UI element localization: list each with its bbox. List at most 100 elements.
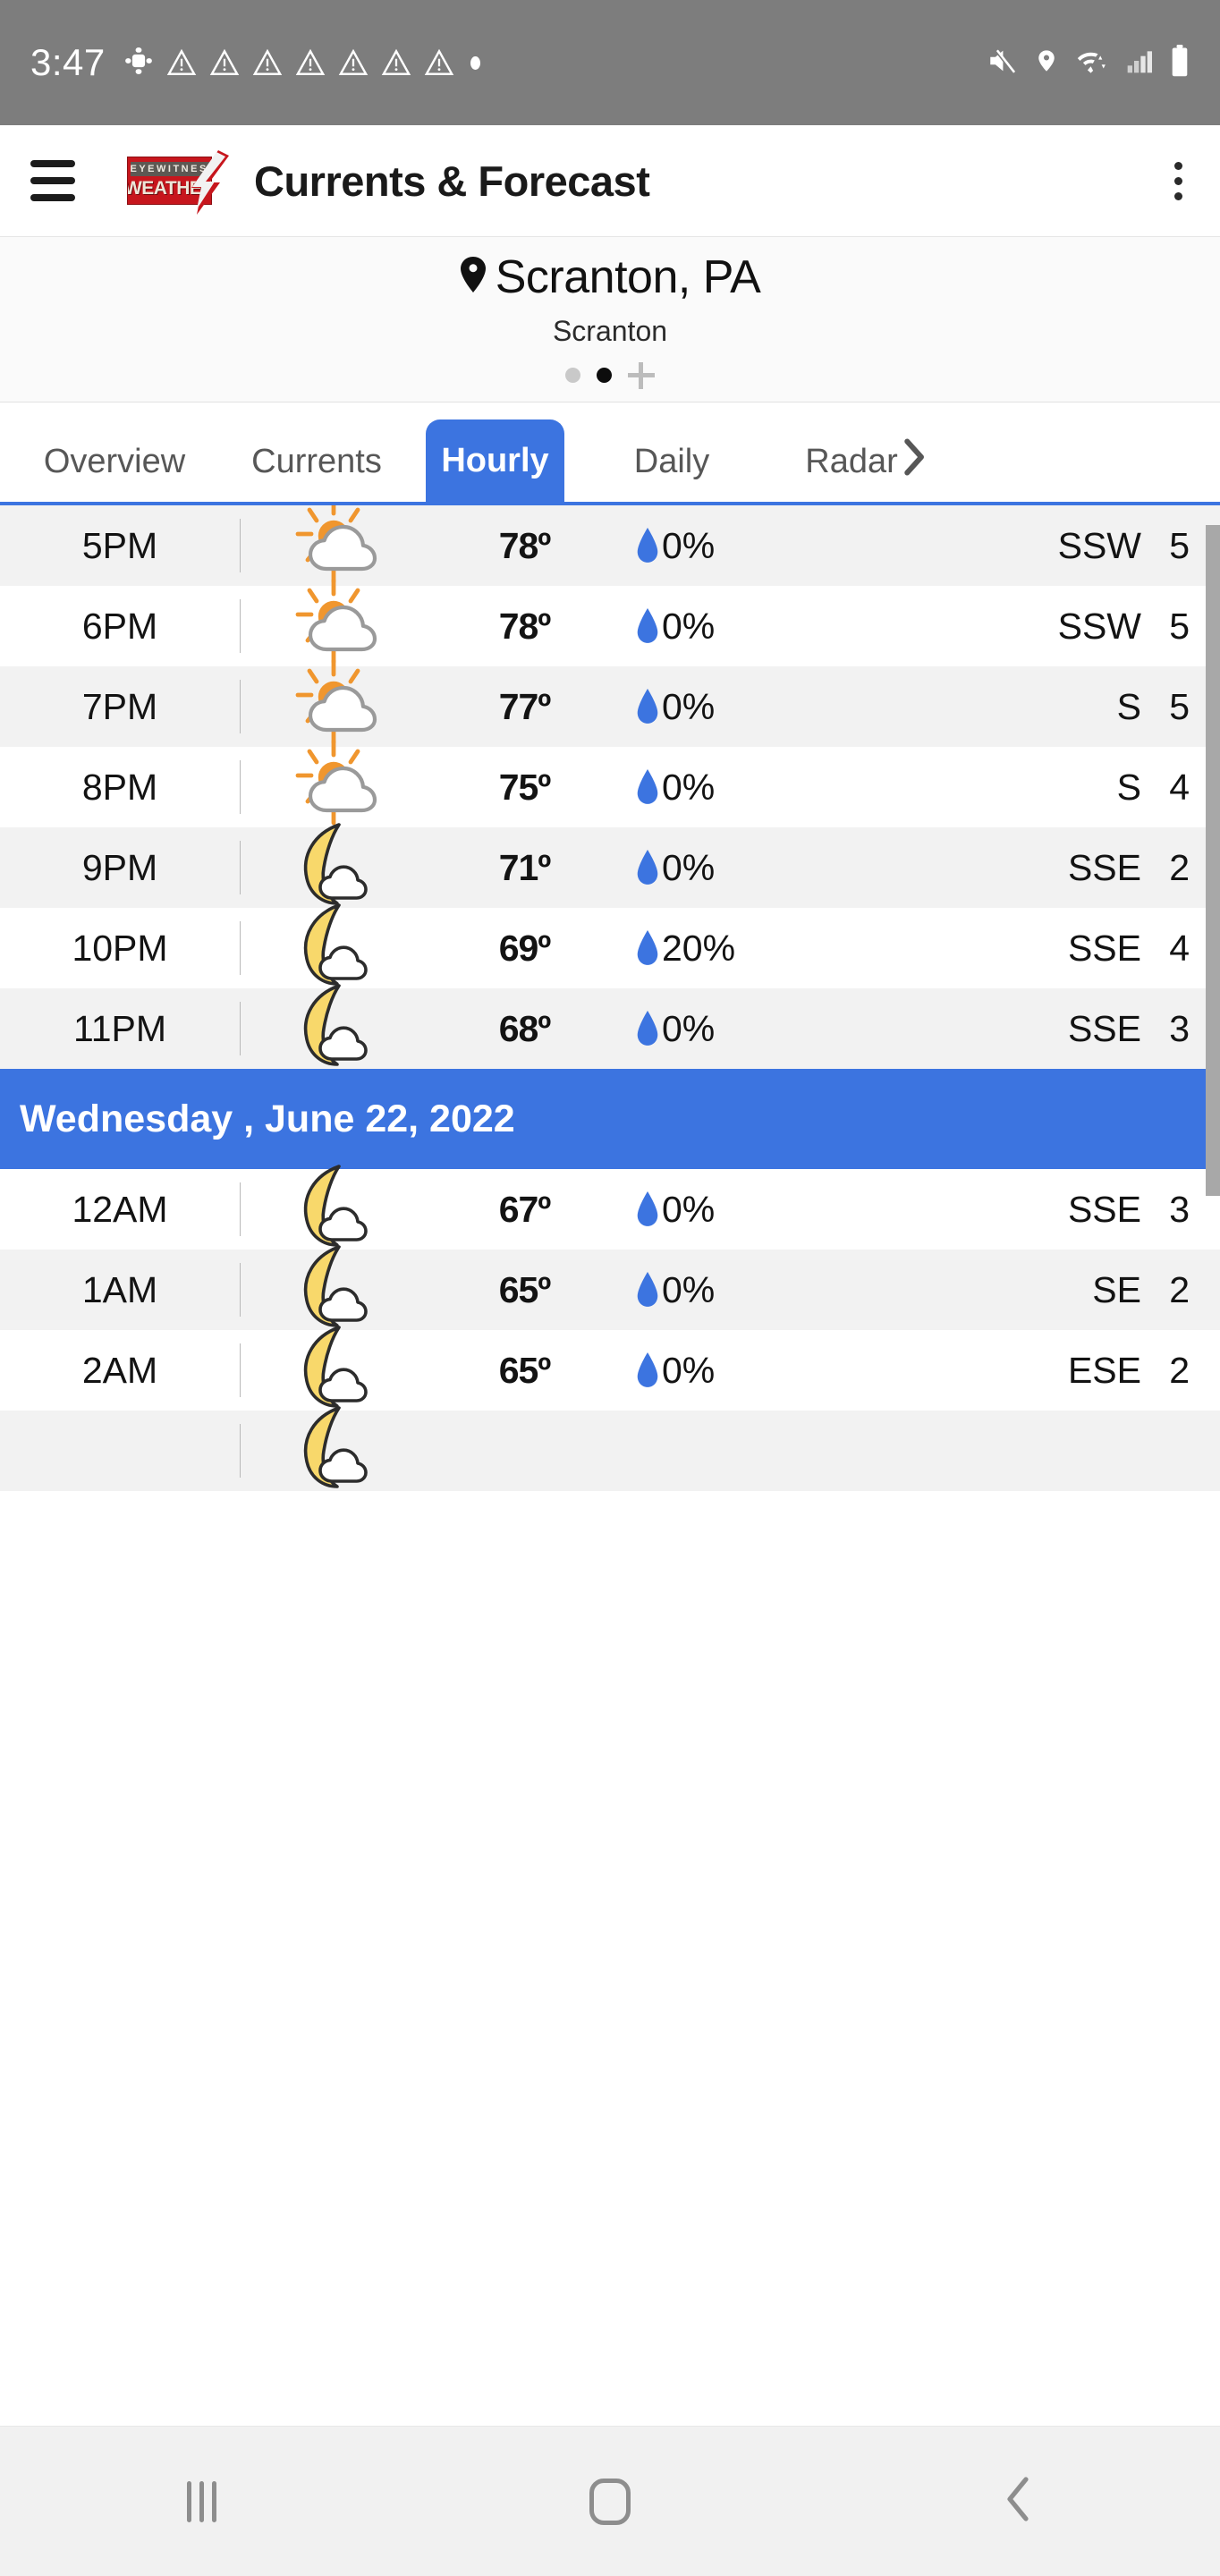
hour-wind: S4 — [840, 767, 1220, 809]
eyewitness-weather-logo: EYEWITNESS WEATHER — [127, 150, 234, 215]
wind-speed: 5 — [1169, 605, 1190, 647]
day-separator: Wednesday , June 22, 2022 — [0, 1069, 1220, 1169]
location-row: Scranton, PA — [460, 250, 761, 304]
warning-triangle-icon — [338, 47, 369, 78]
water-drop-icon — [637, 689, 658, 724]
hour-precip: 0% — [616, 1008, 840, 1050]
hamburger-icon[interactable] — [30, 160, 75, 201]
warning-triangle-icon — [166, 47, 197, 78]
location-sublabel: Scranton — [552, 314, 668, 347]
hourly-list[interactable]: 5PM 78º 0% SSW 5 6PM 78º 0% SSW 5 7PM 77º 0% S 5 8PM 75º… — [0, 505, 1220, 2426]
signal-icon — [1125, 46, 1154, 80]
water-drop-icon — [637, 1191, 658, 1226]
hourly-rows: 5PM 78º 0% SSW 5 6PM 78º 0% SSW 5 7PM 77º 0% S 5 8PM 75º… — [0, 505, 1220, 1491]
wind-direction: S — [1116, 766, 1141, 808]
precip-value: 0% — [662, 605, 716, 647]
more-vertical-icon[interactable] — [1174, 161, 1190, 200]
hour-precip: 0% — [616, 686, 840, 728]
hourly-row[interactable]: 9PM 71º 0% SSE 2 — [0, 823, 1220, 908]
hourly-row[interactable]: 10PM 69º 20% SSE 4 — [0, 903, 1220, 988]
hour-temperature: 68º — [498, 1007, 552, 1049]
hour-temperature: 69º — [498, 927, 552, 969]
wind-direction: SSE — [1067, 846, 1141, 888]
hourly-row[interactable]: 5PM 78º 0% SSW 5 — [0, 505, 1220, 586]
precip-value: 0% — [662, 1188, 716, 1230]
app-bar: EYEWITNESS WEATHER Currents & Forecast — [0, 125, 1220, 237]
slack-clover-icon — [123, 46, 154, 80]
wifi-icon — [1075, 46, 1109, 80]
tab-hourly[interactable]: Hourly — [426, 419, 564, 502]
recents-icon[interactable] — [186, 2480, 216, 2522]
tab-currents[interactable]: Currents — [229, 421, 404, 502]
wind-direction: S — [1116, 685, 1141, 727]
hour-temperature: 67º — [498, 1188, 552, 1230]
hour-wind: SSE 3 — [840, 1008, 1220, 1050]
hourly-row[interactable]: 1AM 65º 0% SE 2 — [0, 1245, 1220, 1330]
hour-precip: 0% — [616, 1350, 840, 1392]
water-drop-icon — [637, 528, 658, 563]
status-time: 3:47 — [30, 41, 106, 83]
home-icon[interactable] — [589, 2478, 631, 2525]
location-header[interactable]: Scranton, PA Scranton — [0, 237, 1220, 402]
partly-cloudy-night-icon — [241, 1402, 433, 1499]
wind-direction: SSE — [1067, 927, 1141, 969]
hour-time: 2AM — [81, 1349, 158, 1391]
location-pager[interactable] — [565, 361, 655, 389]
pager-dot-1[interactable] — [565, 368, 580, 383]
hourly-row[interactable]: 2AM 65º 0% ESE 2 — [0, 1326, 1220, 1411]
hourly-row[interactable]: 11PM 68º 0% SSE 3 — [0, 984, 1220, 1069]
back-icon[interactable] — [1004, 2476, 1034, 2527]
tab-radar[interactable]: Radar — [777, 421, 956, 502]
hour-temperature: 78º — [498, 605, 552, 647]
pager-dot-2[interactable] — [597, 368, 612, 383]
water-drop-icon — [637, 850, 658, 885]
hour-precip: 20% — [616, 928, 840, 970]
page-title: Currents & Forecast — [254, 157, 650, 205]
hour-temperature: 65º — [498, 1349, 552, 1391]
hour-precip: 0% — [616, 1269, 840, 1311]
tab-bar: Overview Currents Hourly Daily Radar — [0, 402, 1220, 505]
wind-direction: ESE — [1067, 1349, 1141, 1391]
precip-value: 0% — [662, 846, 716, 888]
wind-speed: 4 — [1169, 927, 1190, 969]
water-drop-icon — [637, 930, 658, 965]
hourly-row[interactable]: 6PM 78º 0% SSW 5 — [0, 578, 1220, 666]
hourly-row[interactable]: 7PM 77º 0% S 5 — [0, 658, 1220, 747]
hourly-row[interactable] — [0, 1406, 1220, 1491]
warning-triangle-icon — [381, 47, 411, 78]
chevron-right-icon — [902, 438, 928, 485]
water-drop-icon — [637, 1272, 658, 1307]
hour-wind: S5 — [840, 686, 1220, 728]
hourly-row[interactable]: 8PM 75º 0% S 4 — [0, 739, 1220, 827]
water-drop-icon — [637, 1352, 658, 1387]
tab-daily[interactable]: Daily — [584, 421, 759, 502]
wind-direction: SSE — [1067, 1007, 1141, 1049]
vertical-scrollbar[interactable] — [1206, 525, 1220, 1196]
hour-precip: 0% — [616, 1189, 840, 1231]
hour-time: 5PM — [81, 524, 158, 566]
add-location-button[interactable] — [628, 361, 655, 389]
wind-speed: 2 — [1169, 846, 1190, 888]
precip-value: 0% — [662, 1268, 716, 1310]
wind-direction: SSE — [1067, 1188, 1141, 1230]
hour-wind: SE 2 — [840, 1269, 1220, 1311]
hour-wind: SSE 3 — [840, 1189, 1220, 1231]
precip-value: 0% — [662, 1349, 716, 1391]
hour-wind: SSE 4 — [840, 928, 1220, 970]
precip-value: 0% — [662, 1007, 716, 1049]
hourly-row[interactable]: 12AM 67º 0% SSE 3 — [0, 1165, 1220, 1250]
warning-triangle-icon — [252, 47, 283, 78]
hour-time: 11PM — [72, 1007, 167, 1049]
tab-overview[interactable]: Overview — [0, 421, 229, 502]
status-bar-left: 3:47 — [30, 41, 986, 84]
location-pin-icon — [460, 255, 487, 299]
warning-triangle-icon — [424, 47, 454, 78]
wind-direction: SE — [1092, 1268, 1141, 1310]
tab-radar-label: Radar — [805, 442, 898, 480]
hour-temperature: 65º — [498, 1268, 552, 1310]
hour-time: 10PM — [72, 927, 168, 969]
hour-time: 1AM — [81, 1268, 158, 1310]
phone-screen: 3:47 EYEWITNESS WEATHER Currents & Forec… — [0, 0, 1220, 2576]
hour-wind: SSW 5 — [840, 525, 1220, 567]
precip-value: 0% — [662, 685, 716, 727]
